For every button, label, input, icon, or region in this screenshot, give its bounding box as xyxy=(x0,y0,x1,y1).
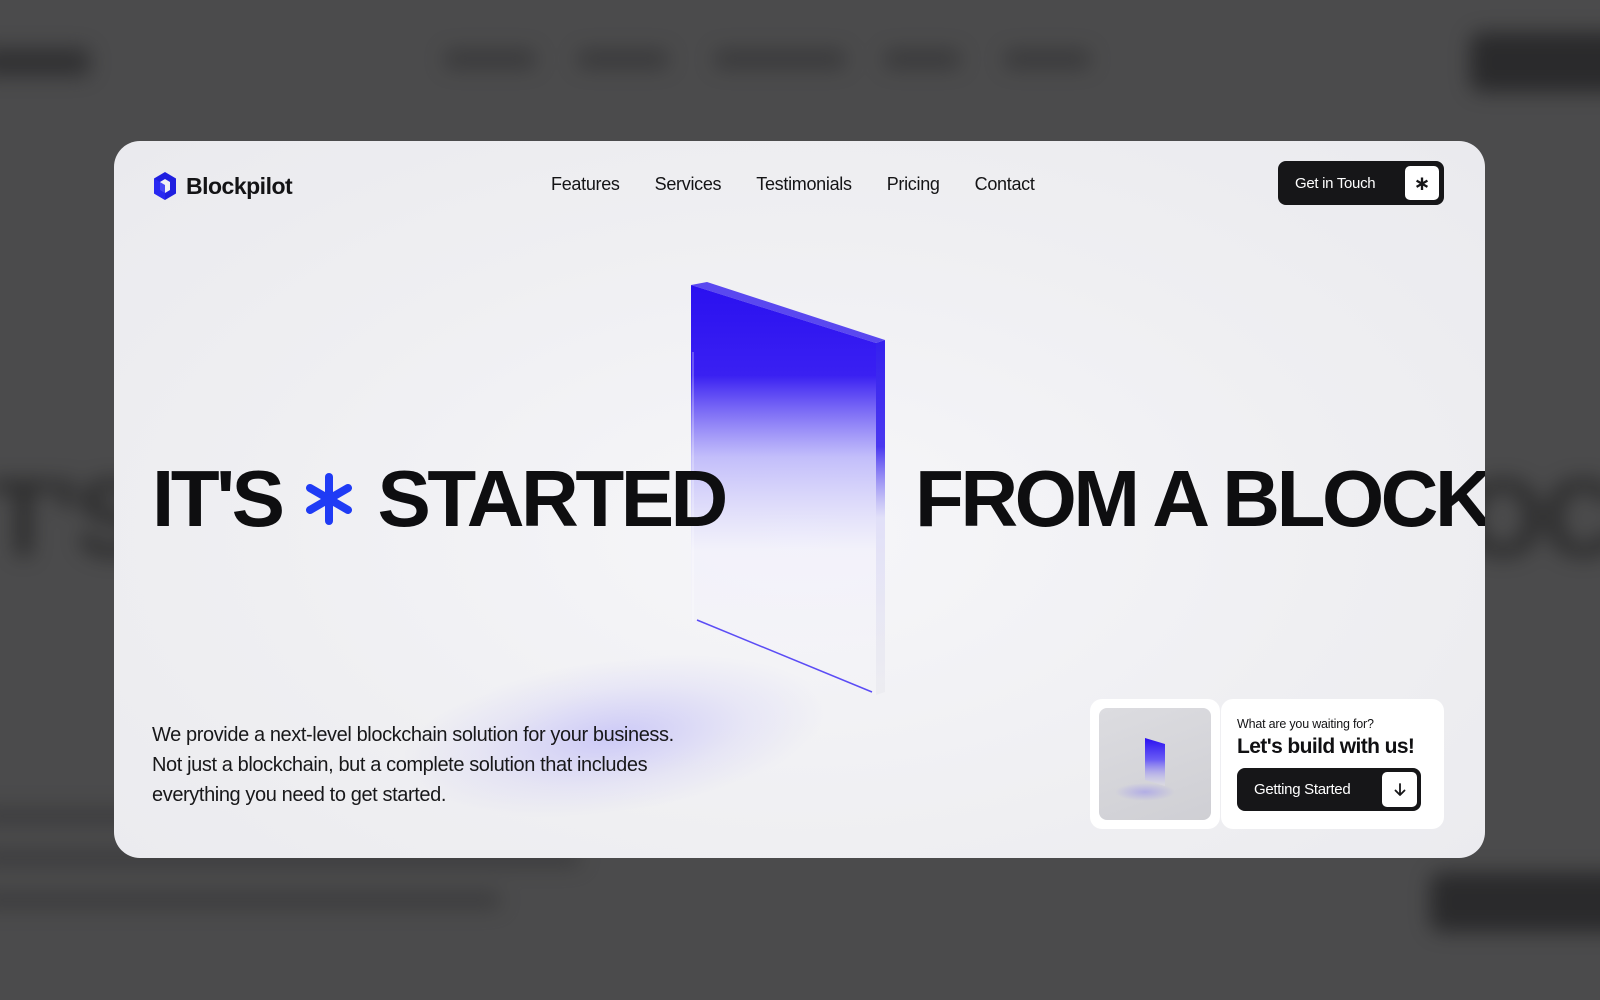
background-nav-item xyxy=(885,50,960,68)
main-nav: Features Services Testimonials Pricing C… xyxy=(551,174,1035,195)
promo-card: What are you waiting for? Let's build wi… xyxy=(1221,699,1444,829)
background-nav-item xyxy=(715,50,845,68)
background-button xyxy=(1470,32,1600,92)
background-nav-item xyxy=(578,50,668,68)
nav-item-features[interactable]: Features xyxy=(551,174,620,195)
hero-headline-right: FROM A BLOCK xyxy=(915,454,1485,543)
mini-block-icon xyxy=(1115,738,1175,801)
background-text-line xyxy=(0,892,500,908)
get-in-touch-label: Get in Touch xyxy=(1295,174,1376,192)
preview-image xyxy=(1099,708,1211,820)
hexagon-logo-icon xyxy=(154,172,176,200)
nav-item-contact[interactable]: Contact xyxy=(975,174,1035,195)
background-nav-item xyxy=(445,50,535,68)
get-in-touch-button[interactable]: Get in Touch ∗ xyxy=(1278,161,1444,205)
background-nav-item xyxy=(1005,50,1090,68)
getting-started-button[interactable]: Getting Started xyxy=(1237,768,1421,811)
hero-description: We provide a next-level blockchain solut… xyxy=(152,724,674,806)
brand-logo[interactable]: Blockpilot xyxy=(152,171,293,201)
brand-name: Blockpilot xyxy=(186,172,293,199)
hero-card: Blockpilot Features Services Testimonial… xyxy=(114,141,1485,858)
arrow-down-icon xyxy=(1382,772,1417,807)
background-logo xyxy=(0,48,90,76)
nav-item-testimonials[interactable]: Testimonials xyxy=(756,174,852,195)
asterisk-icon xyxy=(306,473,353,525)
hero-word-its: IT'S xyxy=(152,454,285,543)
promo-title: Let's build with us! xyxy=(1237,735,1415,758)
nav-item-pricing[interactable]: Pricing xyxy=(887,174,940,195)
hero-word-started: STARTED xyxy=(377,454,728,543)
background-button xyxy=(1430,872,1600,932)
nav-item-services[interactable]: Services xyxy=(655,174,722,195)
preview-thumbnail[interactable] xyxy=(1090,699,1220,829)
promo-kicker: What are you waiting for? xyxy=(1237,717,1374,731)
asterisk-icon: ∗ xyxy=(1405,166,1439,200)
getting-started-label: Getting Started xyxy=(1254,781,1351,798)
hero-headline-left: IT'S STARTED xyxy=(152,454,728,543)
